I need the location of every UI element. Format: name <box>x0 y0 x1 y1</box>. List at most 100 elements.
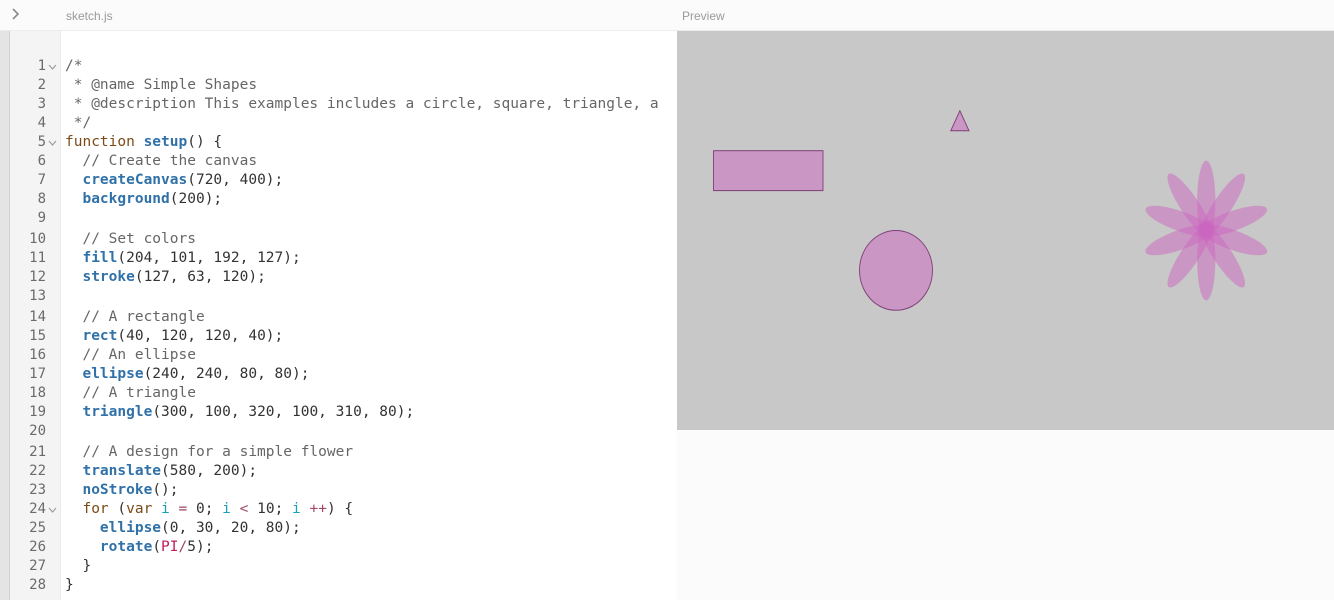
fold-toggle[interactable] <box>46 500 58 519</box>
code-text: noStroke(); <box>65 481 179 500</box>
code-token: (240, 240, 80, 80); <box>143 366 310 382</box>
code-line[interactable]: 12 stroke(127, 63, 120); <box>0 268 677 287</box>
code-line[interactable]: 19 triangle(300, 100, 320, 100, 310, 80)… <box>0 403 677 422</box>
code-line[interactable]: 1 /* <box>0 57 677 76</box>
expand-sidebar-button[interactable] <box>8 6 24 22</box>
code-editor[interactable]: 1/* 2 * @name Simple Shapes 3 * @descripti… <box>0 31 677 600</box>
line-number: 3 <box>37 96 46 112</box>
code-token: */ <box>65 115 92 131</box>
code-token: * @name Simple Shapes <box>65 77 258 93</box>
line-number: 13 <box>29 288 46 304</box>
line-number: 15 <box>29 328 46 344</box>
code-token: (300, 100, 320, 100, 310, 80); <box>152 404 415 420</box>
code-line[interactable]: 28} <box>0 576 677 595</box>
code-line[interactable]: 7 createCanvas(720, 400); <box>0 171 677 190</box>
code-token: (); <box>152 482 179 498</box>
code-line[interactable]: 10 // Set colors <box>0 230 677 249</box>
code-line[interactable]: 6 // Create the canvas <box>0 152 677 171</box>
code-line[interactable]: 9 <box>0 209 677 228</box>
code-line[interactable]: 14 // A rectangle <box>0 308 677 327</box>
code-line[interactable]: 20 <box>0 422 677 441</box>
code-text: rect(40, 120, 120, 40); <box>65 327 283 346</box>
code-token: // A rectangle <box>65 309 205 325</box>
code-text: for (var i = 0; i < 10; i ++) { <box>65 500 353 519</box>
code-text: * @description This examples includes a … <box>65 95 659 114</box>
code-line[interactable]: 13 <box>0 287 677 306</box>
line-number: 19 <box>29 404 46 420</box>
code-line[interactable]: 17 ellipse(240, 240, 80, 80); <box>0 365 677 384</box>
code-token: setup <box>143 134 188 150</box>
code-token: ++ <box>309 501 327 517</box>
code-line[interactable]: 26 rotate(PI/5); <box>0 538 677 557</box>
line-number: 7 <box>37 172 46 188</box>
code-text: createCanvas(720, 400); <box>65 171 283 190</box>
code-line[interactable]: 15 rect(40, 120, 120, 40); <box>0 327 677 346</box>
code-line[interactable]: 24 for (var i = 0; i < 10; i ++) { <box>0 500 677 519</box>
code-line[interactable]: 18 // A triangle <box>0 384 677 403</box>
code-line[interactable]: 2 * @name Simple Shapes <box>0 76 677 95</box>
line-number: 5 <box>37 134 46 150</box>
line-number: 4 <box>37 115 46 131</box>
code-line[interactable]: 21 // A design for a simple flower <box>0 443 677 462</box>
code-text: // A design for a simple flower <box>65 443 353 462</box>
code-line[interactable]: 11 fill(204, 101, 192, 127); <box>0 249 677 268</box>
code-token: // Set colors <box>65 231 196 247</box>
code-token: * @description This examples includes a … <box>65 96 659 112</box>
code-token: rect <box>82 328 118 344</box>
code-text: // A triangle <box>65 384 196 403</box>
line-number: 16 <box>29 347 46 363</box>
code-token: PI <box>161 539 179 555</box>
line-number: 12 <box>29 269 46 285</box>
chevron-down-icon <box>48 64 56 70</box>
code-line[interactable]: 16 // An ellipse <box>0 346 677 365</box>
code-token: (0, 30, 20, 80); <box>161 520 301 536</box>
code-line[interactable]: 8 background(200); <box>0 190 677 209</box>
code-token: translate <box>82 463 162 479</box>
code-token: (127, 63, 120); <box>134 269 266 285</box>
code-line[interactable]: 27 } <box>0 557 677 576</box>
code-line[interactable]: 23 noStroke(); <box>0 481 677 500</box>
code-text: } <box>65 557 91 576</box>
code-text: triangle(300, 100, 320, 100, 310, 80); <box>65 403 414 422</box>
code-token: / <box>178 539 188 555</box>
code-text: // Create the canvas <box>65 152 257 171</box>
code-text: // An ellipse <box>65 346 196 365</box>
sketch-canvas[interactable] <box>677 31 1334 430</box>
code-token: } <box>65 577 74 593</box>
code-text: background(200); <box>65 190 222 209</box>
code-token: (200); <box>169 191 223 207</box>
code-lines: 1/* 2 * @name Simple Shapes 3 * @descripti… <box>0 31 677 600</box>
code-token: 10; <box>248 501 293 517</box>
code-token: (204, 101, 192, 127); <box>117 250 301 266</box>
code-token: function <box>65 134 144 150</box>
code-line[interactable]: 5 function setup() { <box>0 133 677 152</box>
line-number: 25 <box>29 520 46 536</box>
fold-toggle[interactable] <box>46 133 58 152</box>
line-number: 18 <box>29 385 46 401</box>
code-line[interactable]: 25 ellipse(0, 30, 20, 80); <box>0 519 677 538</box>
code-token: createCanvas <box>82 172 188 188</box>
line-number: 20 <box>29 423 46 439</box>
code-line[interactable]: 22 translate(580, 200); <box>0 462 677 481</box>
fold-toggle[interactable] <box>46 57 58 76</box>
code-line[interactable]: 4 */ <box>0 114 677 133</box>
line-number: 21 <box>29 444 46 460</box>
code-line[interactable]: 3 * @description This examples includes … <box>0 95 677 114</box>
code-token: ( <box>117 501 127 517</box>
code-text: // Set colors <box>65 230 196 249</box>
code-text: function setup() { <box>65 133 222 152</box>
code-text: fill(204, 101, 192, 127); <box>65 249 301 268</box>
line-number: 17 <box>29 366 46 382</box>
code-token: ellipse <box>82 366 144 382</box>
code-token: = <box>178 501 188 517</box>
line-number: 22 <box>29 463 46 479</box>
